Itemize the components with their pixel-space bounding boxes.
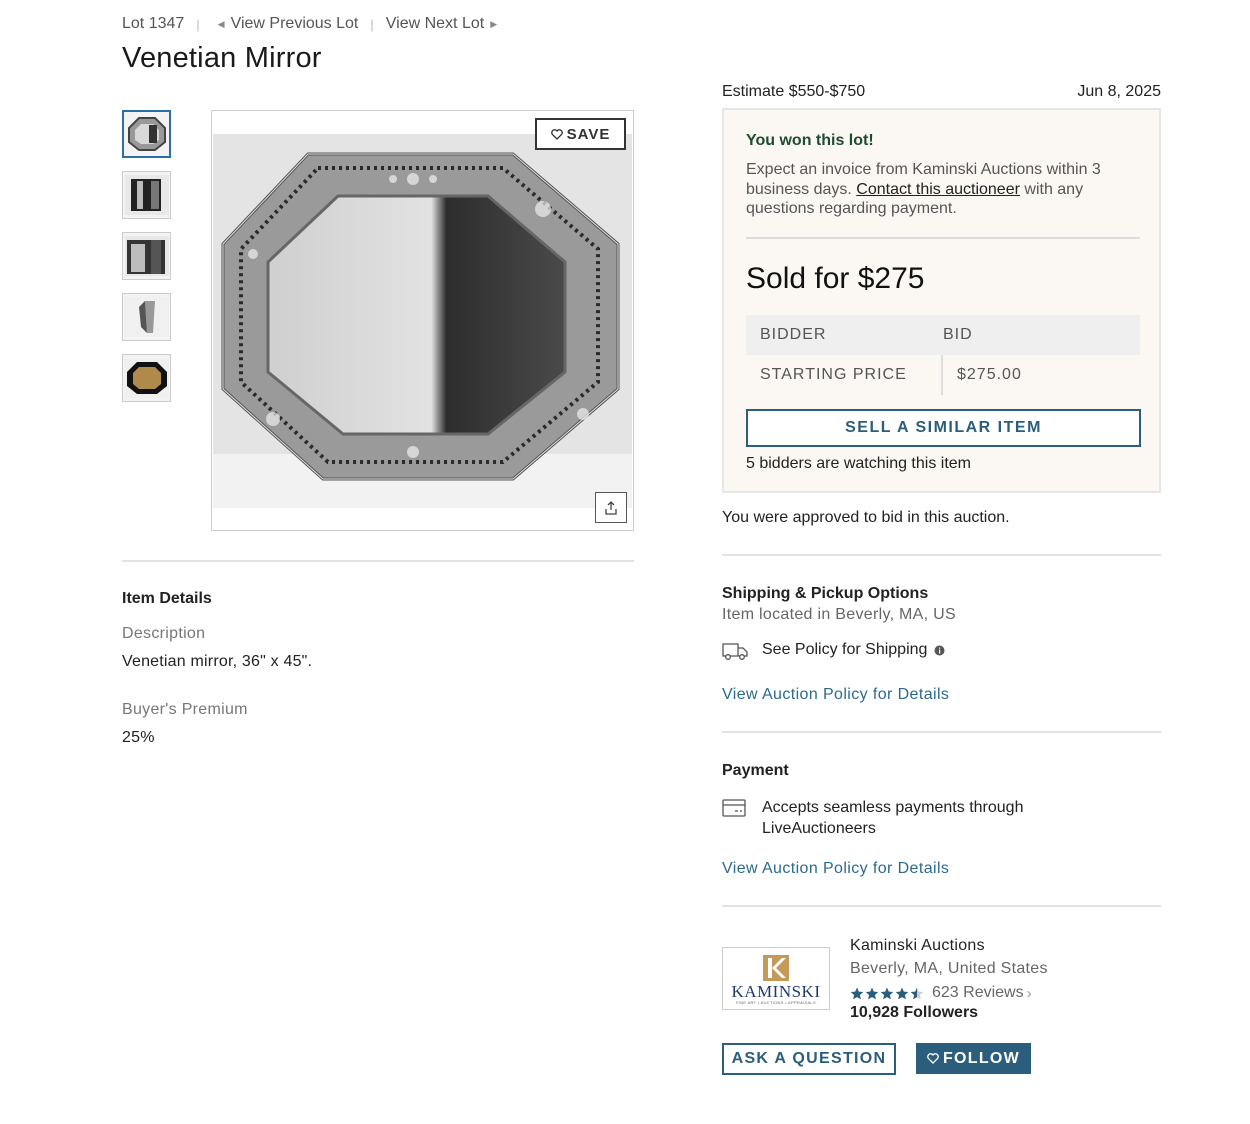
- sold-price: Sold for $275: [746, 262, 925, 295]
- bid-column-header: BID: [943, 326, 973, 343]
- kaminski-k-logo: [763, 954, 789, 981]
- thumbnail-1[interactable]: [122, 110, 171, 158]
- divider: |: [370, 16, 374, 32]
- description-label: Description: [122, 625, 206, 642]
- auction-house-name[interactable]: Kaminski Auctions: [850, 937, 985, 955]
- payment-row: Accepts seamless payments through LiveAu…: [722, 797, 1082, 839]
- thumbnail-3[interactable]: [122, 232, 171, 280]
- chevron-right-icon: ›: [1026, 984, 1032, 1002]
- auction-house-location: Beverly, MA, United States: [850, 960, 1048, 977]
- credit-card-icon: [722, 797, 762, 823]
- won-lot-panel: You won this lot! Expect an invoice from…: [722, 108, 1161, 493]
- star-icon: [880, 987, 894, 999]
- payment-heading: Payment: [722, 762, 789, 779]
- next-lot-label: View Next Lot: [385, 15, 485, 32]
- shipping-policy-row: See Policy for Shipping: [722, 641, 945, 666]
- thumbnail-5[interactable]: [122, 354, 171, 402]
- auction-house-rating[interactable]: 623 Reviews ›: [850, 984, 1032, 1002]
- won-heading: You won this lot!: [746, 132, 874, 149]
- previous-lot-link[interactable]: ◀ View Previous Lot: [212, 15, 359, 33]
- divider: [722, 554, 1161, 556]
- watchers-count: 5 bidders are watching this item: [746, 455, 971, 472]
- star-icon: [865, 987, 879, 999]
- mirror-thumbnail-image: [124, 236, 169, 276]
- lot-number: Lot 1347: [122, 15, 185, 32]
- mirror-thumbnail-image: [127, 117, 166, 151]
- save-label: SAVE: [566, 125, 611, 143]
- mirror-thumbnail-image: [124, 175, 169, 215]
- followers-count: 10,928 Followers: [850, 1004, 979, 1021]
- bidder-cell: STARTING PRICE: [746, 355, 943, 395]
- divider: [746, 237, 1140, 239]
- caret-right-icon: ▶: [490, 18, 498, 29]
- heart-icon: [550, 128, 563, 140]
- info-icon[interactable]: [934, 645, 945, 656]
- star-rating: [850, 987, 924, 1000]
- won-message: Expect an invoice from Kaminski Auctions…: [746, 160, 1141, 219]
- reviews-count: 623 Reviews: [932, 984, 1024, 1001]
- main-image-viewer[interactable]: SAVE: [211, 110, 634, 531]
- thumbnail-4[interactable]: [122, 293, 171, 341]
- page-title: Venetian Mirror: [122, 42, 322, 74]
- star-icon: [895, 987, 909, 999]
- payment-policy-link[interactable]: View Auction Policy for Details: [722, 860, 949, 878]
- bidder-column-header: BIDDER: [760, 326, 827, 343]
- ask-question-button[interactable]: ASK A QUESTION: [722, 1043, 896, 1075]
- bid-cell: $275.00: [957, 366, 1022, 383]
- truck-icon: [722, 641, 762, 666]
- share-button[interactable]: [595, 492, 627, 523]
- thumbnail-strip: [122, 110, 172, 415]
- auction-house-logo[interactable]: KAMINSKI FINE ART • AUCTIONS • APPRAISAL…: [722, 947, 830, 1010]
- buyers-premium-value: 25%: [122, 729, 155, 746]
- shipping-policy-link[interactable]: View Auction Policy for Details: [722, 686, 949, 704]
- table-row: STARTING PRICE $275.00: [746, 355, 1140, 395]
- payment-text: Accepts seamless payments through LiveAu…: [762, 799, 1024, 837]
- buyers-premium-label: Buyer's Premium: [122, 701, 248, 718]
- half-star-icon: [910, 987, 924, 999]
- logo-wordmark: KAMINSKI: [731, 981, 821, 1001]
- lot-navigation: Lot 1347 | ◀ View Previous Lot | View Ne…: [122, 14, 503, 34]
- share-icon: [605, 500, 617, 515]
- mirror-thumbnail-image: [124, 297, 169, 337]
- bid-history-table: BIDDER BID STARTING PRICE $275.00: [746, 315, 1140, 395]
- shipping-policy-label: See Policy for Shipping: [762, 641, 928, 658]
- item-details-heading: Item Details: [122, 590, 212, 607]
- auction-date: Jun 8, 2025: [1077, 83, 1161, 100]
- item-location: Item located in Beverly, MA, US: [722, 606, 956, 623]
- save-button[interactable]: SAVE: [535, 118, 626, 150]
- contact-auctioneer-link[interactable]: Contact this auctioneer: [856, 181, 1020, 198]
- estimate: Estimate $550-$750: [722, 83, 866, 100]
- divider: [722, 731, 1161, 733]
- caret-left-icon: ◀: [217, 18, 225, 29]
- follow-label: FOLLOW: [942, 1049, 1021, 1067]
- divider: [722, 905, 1161, 907]
- description-value: Venetian mirror, 36" x 45".: [122, 653, 313, 670]
- approval-status: You were approved to bid in this auction…: [722, 509, 1010, 526]
- logo-tagline: FINE ART • AUCTIONS • APPRAISALS: [736, 999, 816, 1005]
- divider: |: [196, 16, 200, 32]
- divider: [122, 560, 634, 562]
- thumbnail-2[interactable]: [122, 171, 171, 219]
- sell-similar-item-button[interactable]: SELL A SIMILAR ITEM: [746, 409, 1141, 447]
- mirror-thumbnail-image: [124, 358, 169, 398]
- next-lot-link[interactable]: View Next Lot ▶: [386, 15, 503, 33]
- mirror-photo: [213, 134, 632, 508]
- previous-lot-label: View Previous Lot: [230, 15, 359, 32]
- follow-button[interactable]: FOLLOW: [916, 1043, 1031, 1074]
- bid-table-header: BIDDER BID: [746, 315, 1140, 355]
- shipping-heading: Shipping & Pickup Options: [722, 585, 929, 602]
- star-icon: [850, 987, 864, 999]
- heart-icon: [927, 1053, 939, 1064]
